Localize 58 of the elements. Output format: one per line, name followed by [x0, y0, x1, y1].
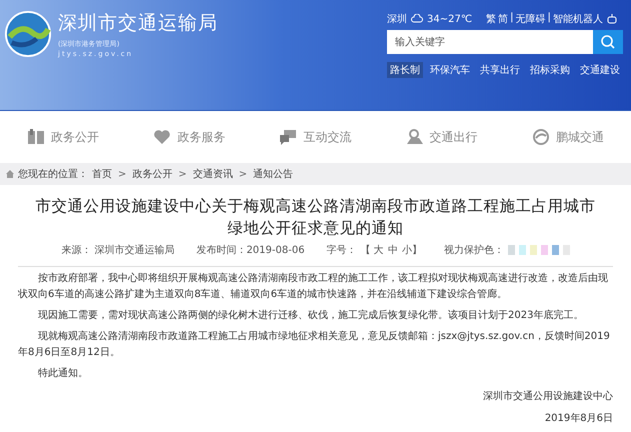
color-swatch[interactable] — [508, 245, 515, 255]
separator-text: | — [547, 12, 551, 25]
robot-icon[interactable] — [606, 14, 617, 24]
article-title: 市交通公用设施建设中心关于梅观高速公路清湖南段市政道路工程施工占用城市绿地公开征求意见的通知 — [34, 196, 596, 239]
book-icon — [27, 129, 46, 145]
color-label: 视力保护色： — [444, 244, 504, 257]
nav-item[interactable]: 政务服务 — [153, 128, 226, 146]
font-size-option[interactable]: 小】 — [402, 243, 422, 257]
location-icon — [406, 129, 424, 145]
nav-item[interactable]: 鹏城交通 — [532, 128, 604, 146]
color-swatch[interactable] — [540, 245, 548, 255]
header-link[interactable]: 繁 — [486, 12, 496, 26]
nav-item[interactable]: 互动交流 — [279, 128, 352, 146]
nav-item[interactable]: 政务公开 — [27, 128, 100, 146]
source-text: 来源： 深圳市交通运输局 — [61, 244, 174, 257]
breadcrumb-link[interactable]: 交通资讯 — [192, 167, 233, 181]
breadcrumb-link[interactable]: 首页 — [92, 167, 112, 181]
city-label: 深圳 — [387, 12, 407, 26]
search-field[interactable]: 输入关键字 — [387, 30, 593, 54]
color-swatch[interactable] — [530, 245, 537, 255]
quick-link[interactable]: 招标采购 — [527, 62, 573, 78]
font-size-option[interactable]: 【 大 — [360, 243, 384, 257]
nav-item[interactable]: 交通出行 — [406, 128, 478, 146]
logo-icon — [4, 10, 52, 58]
cloud-icon — [411, 14, 423, 24]
header-link[interactable]: 无障碍 — [515, 12, 546, 26]
search-button[interactable] — [593, 30, 623, 54]
paragraph: 按市政府部署，我中心即将组织开展梅观高速公路清湖南段市政工程的施工工作，该工程拟对现状梅观高速进行改造，改造后由现状双向6车道的高速公路扩建为主道双向8车道、辅道双向6车道的城市快速路，并在沿线辅道下建设综合管廊。 — [18, 272, 609, 302]
paragraph: 现就梅观高速公路清湖南段市政道路工程施工占用城市绿地征求相关意见，意见反馈邮箱：jszx@jtys.sz.gov.cn，反馈时间2019年8月6日至8月12日。 — [18, 330, 611, 360]
paragraph: 特此通知。 — [37, 366, 89, 381]
breadcrumb-link[interactable]: 通知公告 — [253, 167, 294, 181]
site-title: 深圳市交通运输局 — [58, 11, 218, 36]
quick-link[interactable]: 共享出行 — [477, 62, 523, 78]
search-icon — [600, 34, 616, 50]
chat-icon — [279, 129, 298, 145]
breadcrumb-prefix: 您现在的位置： — [18, 168, 88, 181]
breadcrumb-link[interactable]: 政务公开 — [132, 167, 172, 181]
quick-link[interactable]: 环保汽车 — [427, 62, 473, 78]
signature: 深圳市交通公用设施建设中心 — [482, 390, 613, 404]
color-swatch[interactable] — [552, 245, 559, 255]
color-swatch[interactable] — [518, 245, 526, 255]
paragraph: 现因施工需要，需对现状高速公路两侧的绿化树木进行迁移、砍伐，施工完成后恢复绿化带。该项目计划于2023年底完工。 — [37, 308, 584, 323]
quick-link[interactable]: 交通建设 — [577, 62, 623, 78]
home-icon — [6, 170, 14, 178]
breadcrumb-separator: > — [238, 168, 248, 180]
quick-link[interactable]: 路长制 — [387, 62, 423, 78]
font-size-option[interactable]: 中 — [388, 243, 398, 257]
publish-date: 发布时间：2019-08-06 — [196, 244, 305, 257]
breadcrumb-separator: > — [177, 168, 188, 180]
signature-date: 2019年8月6日 — [544, 412, 613, 426]
heart-icon — [153, 129, 172, 145]
separator-text: | — [510, 12, 514, 25]
weather-text: 34~27℃ — [427, 14, 472, 24]
font-size-label: 字号： — [326, 244, 357, 257]
header-link[interactable]: 简 — [498, 12, 508, 26]
breadcrumb-separator: > — [117, 168, 128, 180]
header-link[interactable]: 智能机器人 — [552, 12, 603, 26]
swirl-icon — [532, 129, 550, 145]
